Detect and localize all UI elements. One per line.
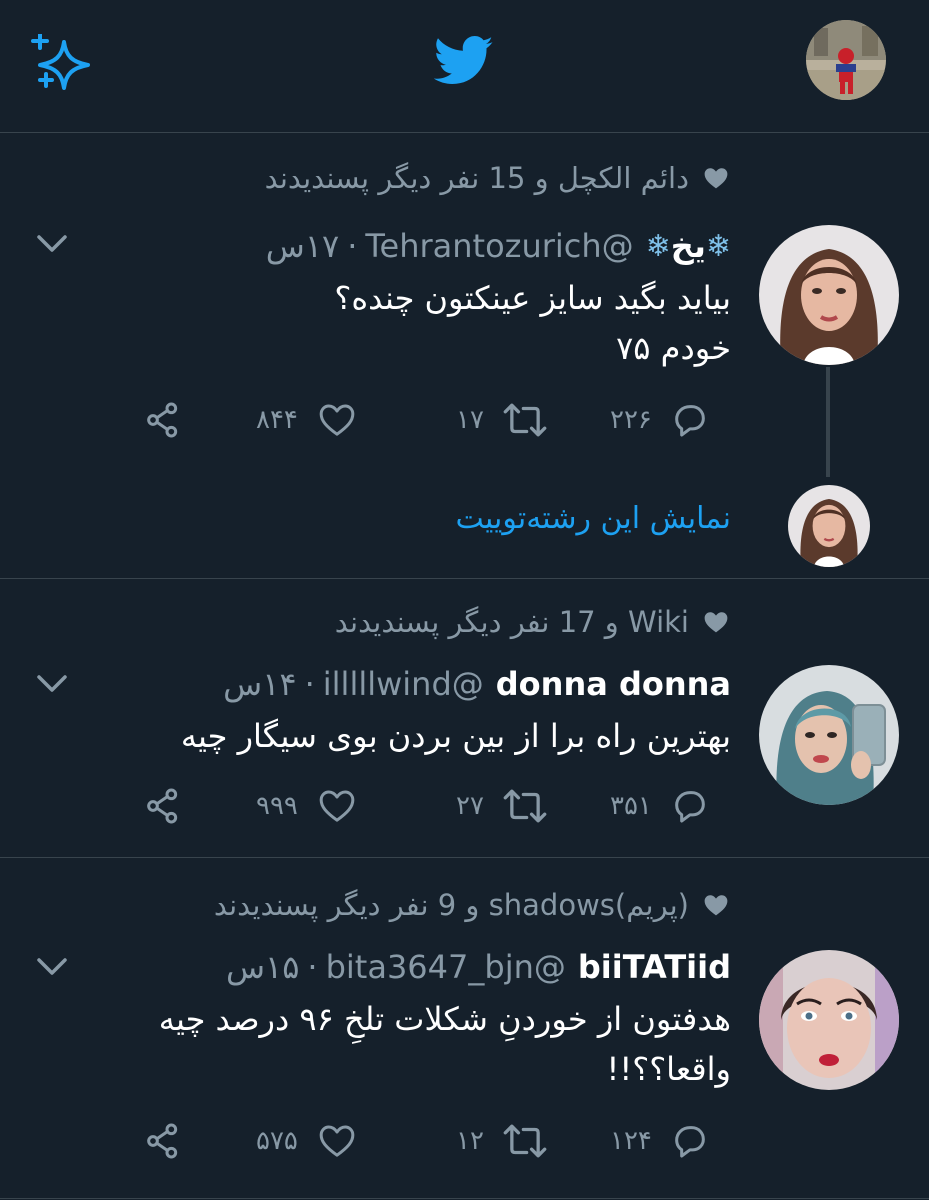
thread-avatar[interactable] xyxy=(788,485,870,567)
like-count: ۸۴۴ xyxy=(256,405,298,435)
snowflake-icon: ❄ xyxy=(645,228,671,264)
reply-count: ۳۵۱ xyxy=(610,791,652,821)
tweet-text-line: بهترین راه برا از بین بردن بوی سیگار چیه xyxy=(180,717,731,755)
tweet-actions: ۲۲۶ ۱۷ ۸۴۴ xyxy=(0,395,929,445)
tweet-card[interactable]: Wiki و 17 نفر دیگر پسندیدند donna donna … xyxy=(0,579,929,858)
like-button[interactable]: ۵۷۵ xyxy=(256,1116,358,1166)
retweet-button[interactable]: ۱۷ xyxy=(456,395,548,445)
reply-button[interactable]: ۱۲۴ xyxy=(610,1116,710,1166)
like-button[interactable]: ۸۴۴ xyxy=(256,395,358,445)
liked-by-text: Wiki و 17 نفر دیگر پسندیدند xyxy=(334,605,689,639)
tweet-header: donna donna @illlllwind · ۱۴س xyxy=(223,659,731,709)
share-button[interactable] xyxy=(142,781,184,831)
retweet-count: ۱۷ xyxy=(456,405,484,435)
reply-icon xyxy=(675,791,705,823)
share-icon xyxy=(147,788,178,824)
tweet-text: بیاید بگید سایز عینکتون چنده؟ خودم ۷۵ xyxy=(91,273,731,373)
tweet-time[interactable]: ۱۷س xyxy=(266,227,339,265)
retweet-icon xyxy=(503,1124,547,1158)
social-context: Wiki و 17 نفر دیگر پسندیدند xyxy=(335,599,729,645)
like-count: ۹۹۹ xyxy=(256,791,298,821)
tweet-actions: ۳۵۱ ۲۷ ۹۹۹ xyxy=(0,781,929,831)
top-bar xyxy=(0,0,929,133)
avatar[interactable] xyxy=(759,950,899,1090)
twitter-bird-icon xyxy=(434,36,493,84)
tweet-text-line: واقعا؟؟!! xyxy=(606,1050,731,1088)
user-handle[interactable]: @Tehrantozurich xyxy=(365,227,633,265)
like-button[interactable]: ۹۹۹ xyxy=(256,781,358,831)
heart-filled-icon xyxy=(704,612,728,633)
reply-button[interactable]: ۲۲۶ xyxy=(610,395,710,445)
tweet-time[interactable]: ۱۵س xyxy=(226,948,299,986)
thread-connector xyxy=(826,367,830,477)
tweet-actions: ۱۲۴ ۱۲ ۵۷۵ xyxy=(0,1116,929,1166)
snowflake-icon: ❄ xyxy=(705,228,731,264)
heart-icon xyxy=(319,1125,355,1157)
share-button[interactable] xyxy=(142,1116,184,1166)
liked-by-text: (پریم)shadows و 9 نفر دیگر پسندیدند xyxy=(213,888,689,922)
user-handle[interactable]: @illlllwind xyxy=(323,665,484,703)
sparkle-icon[interactable] xyxy=(30,34,94,92)
tweet-time[interactable]: ۱۴س xyxy=(223,665,296,703)
share-icon xyxy=(147,1123,178,1159)
tweet-card[interactable]: (پریم)shadows و 9 نفر دیگر پسندیدند biiT… xyxy=(0,858,929,1199)
tweet-text-line: هدفتون از خوردنِ شکلات تلخِ ۹۶ درصد چیه xyxy=(158,1000,731,1038)
reply-button[interactable]: ۳۵۱ xyxy=(610,781,710,831)
tweet-text-line: بیاید بگید سایز عینکتون چنده؟ xyxy=(334,279,731,317)
show-thread-link[interactable]: نمایش این رشته‌توییت xyxy=(456,501,732,536)
reply-icon xyxy=(675,1126,705,1158)
separator-dot: · xyxy=(347,227,358,265)
reply-count: ۱۲۴ xyxy=(610,1126,652,1156)
retweet-button[interactable]: ۱۲ xyxy=(456,1116,548,1166)
display-name[interactable]: donna donna xyxy=(496,665,731,703)
separator-dot: · xyxy=(304,665,315,703)
reply-icon xyxy=(675,405,705,437)
chevron-down-icon[interactable] xyxy=(36,673,68,695)
retweet-count: ۱۲ xyxy=(456,1126,484,1156)
tweet-text-line: خودم ۷۵ xyxy=(616,329,731,367)
heart-icon xyxy=(319,404,355,436)
retweet-icon xyxy=(503,403,547,437)
chevron-down-icon[interactable] xyxy=(36,956,68,978)
retweet-icon xyxy=(503,789,547,823)
share-button[interactable] xyxy=(142,395,184,445)
display-name[interactable]: یخ xyxy=(671,227,706,265)
heart-icon xyxy=(319,790,355,822)
avatar[interactable] xyxy=(759,225,899,365)
display-name[interactable]: biiTATiid xyxy=(578,948,731,986)
tweet-card[interactable]: دائم الکچل و 15 نفر دیگر پسندیدند ❄ یخ ❄… xyxy=(0,133,929,579)
profile-avatar[interactable] xyxy=(806,20,886,100)
heart-filled-icon xyxy=(704,895,728,916)
liked-by-text: دائم الکچل و 15 نفر دیگر پسندیدند xyxy=(264,161,689,195)
retweet-count: ۲۷ xyxy=(456,791,484,821)
like-count: ۵۷۵ xyxy=(256,1126,298,1156)
tweet-text: هدفتون از خوردنِ شکلات تلخِ ۹۶ درصد چیه … xyxy=(91,994,731,1094)
reply-count: ۲۲۶ xyxy=(610,405,652,435)
tweet-text: بهترین راه برا از بین بردن بوی سیگار چیه xyxy=(91,711,731,761)
separator-dot: · xyxy=(307,948,318,986)
share-icon xyxy=(147,402,178,438)
heart-filled-icon xyxy=(704,168,728,189)
user-handle[interactable]: @bita3647_bjn xyxy=(326,948,566,986)
tweet-header: biiTATiid @bita3647_bjn · ۱۵س xyxy=(226,942,731,992)
social-context: (پریم)shadows و 9 نفر دیگر پسندیدند xyxy=(214,882,729,928)
tweet-header: ❄ یخ ❄ @Tehrantozurich · ۱۷س xyxy=(266,221,731,271)
retweet-button[interactable]: ۲۷ xyxy=(456,781,548,831)
social-context: دائم الکچل و 15 نفر دیگر پسندیدند xyxy=(265,155,729,201)
chevron-down-icon[interactable] xyxy=(36,233,68,255)
